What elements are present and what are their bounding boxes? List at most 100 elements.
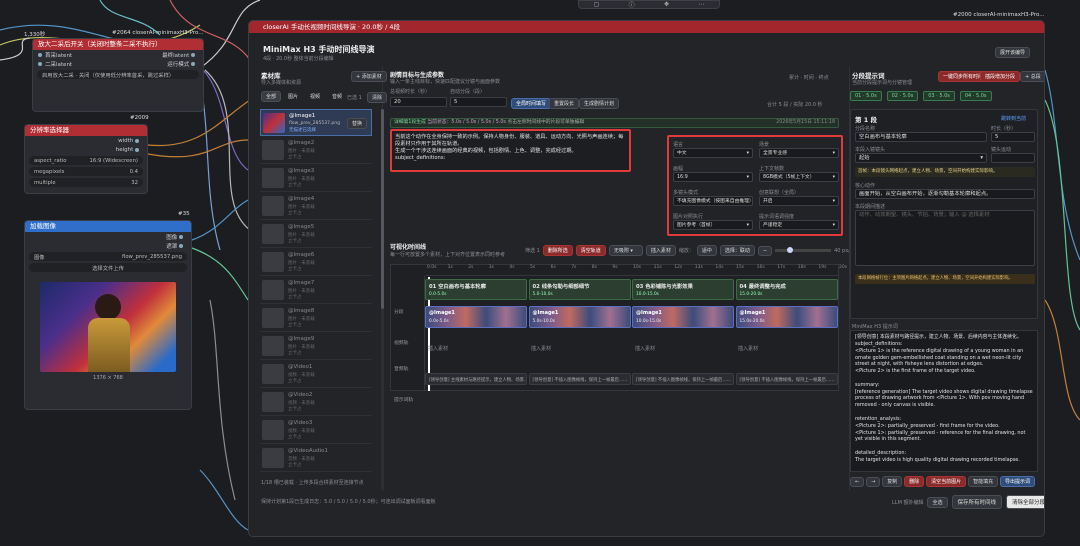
prompt-textarea[interactable]: 当前这个动作在全身保持一致的示例。保持人物身份、服装、道具、运动方向、光照与声画… <box>390 129 631 172</box>
llm-toggle[interactable]: LLM 额外编辑 <box>892 499 923 506</box>
multiple-widget[interactable]: multiple 32 <box>29 178 143 187</box>
split-button[interactable]: 插段增加分段 <box>980 71 1021 82</box>
save-timeline-button[interactable]: 保存所有时间线 <box>951 495 1003 509</box>
segment-chip[interactable]: 03 · 5.0s <box>923 91 955 101</box>
mode-toggle[interactable]: 启用放大二采 · 关闭（仅使用低分辨率首采，跳过采样） <box>37 70 199 79</box>
jump-link[interactable]: 跳转到当前 <box>1001 115 1026 122</box>
segment-clip[interactable]: 04 最终调整与完成 15.0-20.0s <box>735 279 838 300</box>
segment-chip[interactable]: 04 · 5.0s <box>959 91 992 101</box>
delete-selected-button[interactable]: 删除所选 <box>542 245 573 256</box>
clear-track-button[interactable]: 清空轨道 <box>575 245 606 256</box>
segment-chip[interactable]: 02 · 5.0s <box>886 91 919 101</box>
select-mode[interactable]: 选择：联动 <box>719 245 755 256</box>
tab-audio[interactable]: 音频 <box>327 91 347 102</box>
asset-item[interactable]: @Video3 视频 · 未装载 立卡占 <box>260 417 372 444</box>
param-select[interactable]: 8GB模式（5帧上下文） ▾ <box>759 172 839 182</box>
add-segment-button[interactable]: + 总段 <box>1020 71 1044 82</box>
expand-button[interactable]: 展开该编导 <box>995 47 1031 58</box>
cam-input[interactable] <box>991 153 1035 163</box>
asset-action-button[interactable]: 替换 <box>346 118 367 129</box>
prompt-preview[interactable]: [领导创意] 本段素材与路径提示，建立人物、场景、后续内容与主体连续化。 subj… <box>850 330 1038 472</box>
zoom-select[interactable]: 适中 <box>696 245 717 256</box>
asset-item[interactable]: @Image7 图片 · 未装载 立卡占 <box>260 277 372 304</box>
clear-button[interactable]: 清除 <box>367 92 388 103</box>
insert-asset-button[interactable]: 插入素材 <box>645 245 676 256</box>
param-select[interactable]: 不填充图像模式（按图来自由推理）▾ <box>673 196 753 206</box>
segments-input[interactable]: 5 <box>450 97 507 107</box>
input-dot[interactable] <box>38 61 42 66</box>
zoom-slider-handle[interactable] <box>787 247 794 253</box>
clear-image-button[interactable]: 清空当前图片 <box>926 476 967 487</box>
tab-image[interactable]: 图片 <box>283 91 303 102</box>
video-clip[interactable]: @Image1 5.0s-10.0s <box>528 306 631 328</box>
output-dot[interactable] <box>191 52 195 57</box>
param-select[interactable]: 严谨稳定 ▾ <box>759 220 839 230</box>
name-input[interactable]: 空白画布与基本轮廓 <box>855 132 987 142</box>
output-dot[interactable] <box>191 61 195 66</box>
prompt-clip[interactable]: [领导创意] 不插入图像帧线，保持上一帧最后…… <box>528 373 631 385</box>
clear-segments-button[interactable]: 清除全部分段 <box>1006 495 1044 509</box>
fill-button[interactable]: 全局时间填写 <box>511 98 552 109</box>
scrollbar[interactable] <box>381 109 384 489</box>
prompt-clip[interactable]: [领导创意] 主线素材与路径提示，建立人物、场景…… <box>425 373 527 385</box>
prompt-clip[interactable]: [领导创意] 不插入图像帧线，保持上一帧最后…… <box>632 373 734 385</box>
tab-video[interactable]: 视频 <box>305 91 325 102</box>
asset-item[interactable]: @Image3 图片 · 未装载 立卡占 <box>260 165 372 192</box>
output-dot[interactable] <box>135 138 139 143</box>
reset-button[interactable]: 重置段长 <box>549 98 580 109</box>
asset-item[interactable]: @Image1 flow_prev_285537.png 无描述已选择 替换 <box>260 109 372 136</box>
aspect-ratio-widget[interactable]: aspect_ratio 16:9 (Widescreen) <box>29 156 143 165</box>
param-select[interactable]: 全景专业感 ▾ <box>759 148 839 158</box>
megapixels-widget[interactable]: megapixels 0.4 <box>29 167 143 176</box>
duration-input[interactable]: 20 <box>390 97 447 107</box>
extra-textarea[interactable]: 动作、动效期望、镜头、节拍、背景；输入 @ 选择素材 <box>855 210 1035 266</box>
prev-button[interactable]: ← <box>850 477 865 487</box>
plan-button[interactable]: 生成剧情计划 <box>579 98 620 109</box>
image-select[interactable]: 图像 flow_prev_285537.png <box>29 252 187 261</box>
tab-all[interactable]: 全部 <box>261 91 282 102</box>
output-dot[interactable] <box>179 234 183 239</box>
asset-item[interactable]: @Image2 图片 · 未装载 立卡占 <box>260 137 372 164</box>
action-input[interactable]: 画面开始，从空白画布开始，逐渐勾勒基本轮廓和起点。 <box>855 189 1035 199</box>
copy-button[interactable]: 复制 <box>882 476 903 487</box>
video-clip[interactable]: @Image1 0.0s-5.0s <box>425 306 527 328</box>
output-dot[interactable] <box>135 147 139 152</box>
segment-chip[interactable]: 01 · 5.0s <box>850 91 882 101</box>
asset-item[interactable]: @Image5 图片 · 未装载 立卡占 <box>260 221 372 248</box>
output-dot[interactable] <box>179 243 183 248</box>
asset-item[interactable]: @Image6 图片 · 未装载 立卡占 <box>260 249 372 276</box>
asset-item[interactable]: @Image8 图片 · 未装载 立卡占 <box>260 305 372 332</box>
delete-button[interactable]: 删除 <box>904 476 925 487</box>
dur-input[interactable]: 5 <box>991 132 1035 142</box>
more-icon[interactable]: ⋯ <box>698 1 704 8</box>
layout-icon[interactable]: ▢ <box>594 1 600 8</box>
zoom-out-button[interactable]: − <box>757 245 773 256</box>
asset-item[interactable]: @Video1 视频 · 未装载 立卡占 <box>260 361 372 388</box>
input-dot[interactable] <box>38 52 42 57</box>
node-resolution[interactable]: 分辨率选择器 width height aspect_ratio 16:9 (Wi… <box>24 124 148 194</box>
snap-select[interactable]: 无吸附 ▾ <box>608 245 643 256</box>
asset-item[interactable]: @VideoAudio1 音频 · 未装载 立卡占 <box>260 445 372 472</box>
asset-item[interactable]: @Video2 视频 · 未装载 立卡占 <box>260 389 372 416</box>
prompt-clip[interactable]: [领导创意] 不插入图像帧线，保持上一帧最后…… <box>735 373 838 385</box>
scene-select[interactable]: 起始 ▾ <box>855 153 987 163</box>
segment-clip[interactable]: 02 线条勾勒与细部细节 5.0-10.0s <box>528 279 631 300</box>
export-button[interactable]: 导出提示词 <box>1000 476 1036 487</box>
video-clip[interactable]: @Image1 15.0s-20.0s <box>735 306 838 328</box>
select-all-button[interactable]: 全选 <box>927 496 948 508</box>
asset-item[interactable]: @Image9 图片 · 未装载 立卡占 <box>260 333 372 360</box>
param-select[interactable]: 16:9 ▾ <box>673 172 753 182</box>
video-clip[interactable]: @Image1 10.0s-15.0s <box>632 306 734 328</box>
next-button[interactable]: → <box>866 477 881 487</box>
node-switch[interactable]: 放大二采后开关（关闭时整条二采不执行） 首采latent 最终latent 二采l… <box>32 38 204 112</box>
node-load-image[interactable]: 加载图像 图像 遮罩 图像 flow_prev_285537.png 选择文件上传… <box>24 220 192 410</box>
upload-button[interactable]: 选择文件上传 <box>29 263 187 272</box>
info-icon[interactable]: ⓘ <box>629 0 635 9</box>
segment-clip[interactable]: 01 空白画布与基本轮廓 0.0-5.0s <box>425 279 527 300</box>
param-select[interactable]: 图片参考（首帧） ▾ <box>673 220 753 230</box>
move-icon[interactable]: ✥ <box>664 1 669 8</box>
smart-fill-button[interactable]: 智能填充 <box>968 476 999 487</box>
add-asset-button[interactable]: + 添加素材 <box>351 71 387 82</box>
param-select[interactable]: 中文 ▾ <box>673 148 753 158</box>
director-node[interactable]: closerAI 手动长视频时间线导演 · 20.0秒 / 4段 MiniMax… <box>248 20 1045 537</box>
